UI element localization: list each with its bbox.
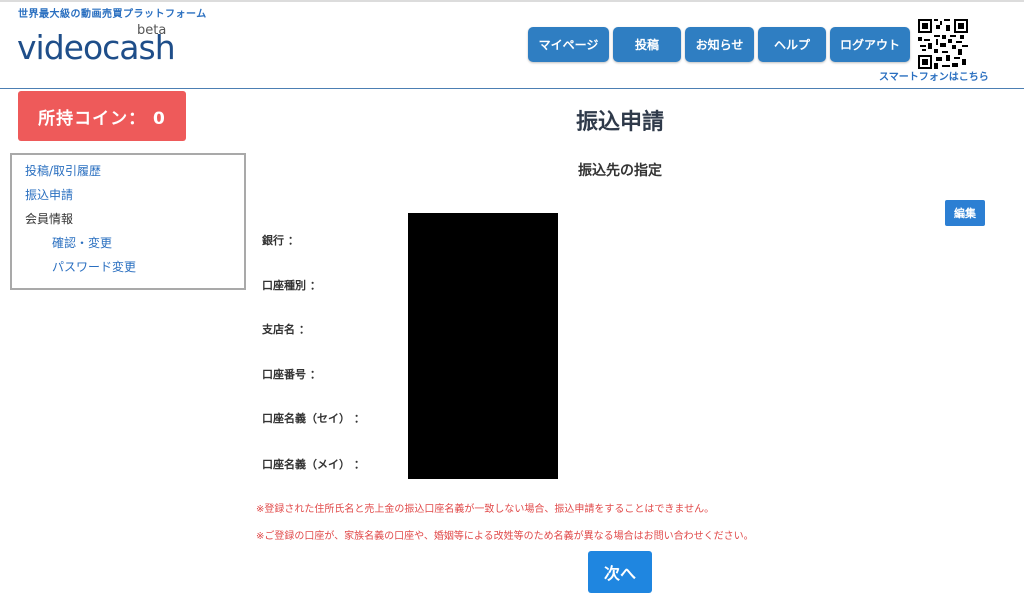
nav-help-button[interactable]: ヘルプ: [758, 27, 826, 62]
account-name-kana-mei-label: 口座名義（メイ） ：: [262, 458, 365, 471]
section-title: 振込先の指定: [578, 163, 662, 179]
account-name-kana-sei-label: 口座名義（セイ） ：: [262, 412, 365, 425]
nav-news-button[interactable]: お知らせ: [685, 27, 754, 62]
nav-logout-button[interactable]: ログアウト: [830, 27, 910, 62]
top-border: [0, 0, 1024, 2]
smartphone-link[interactable]: スマートフォンはこちら: [879, 68, 989, 83]
site-tagline: 世界最大級の動画売買プラットフォーム: [18, 9, 207, 20]
branch-label: 支店名 ：: [262, 323, 310, 336]
page-title: 振込申請: [575, 110, 664, 135]
sidebar-item-confirm-change[interactable]: 確認・変更: [25, 231, 244, 255]
sidebar-item-transfer-request[interactable]: 振込申請: [25, 183, 244, 207]
qr-code-icon[interactable]: [918, 19, 968, 69]
logo-beta-label: beta: [137, 23, 167, 38]
bank-label: 銀行 ：: [262, 234, 299, 247]
site-logo[interactable]: videocash beta: [17, 24, 197, 70]
sidebar-heading-member-info: 会員情報: [25, 212, 74, 226]
nav-mypage-button[interactable]: マイページ: [528, 27, 609, 62]
account-type-label: 口座種別 ：: [262, 279, 321, 292]
notice-name-mismatch: ※登録された住所氏名と売上金の振込口座名義が一致しない場合、振込申請をすることは…: [256, 504, 715, 515]
edit-button[interactable]: 編集: [945, 200, 985, 226]
sidebar-item-password-change[interactable]: パスワード変更: [25, 255, 244, 279]
redacted-values: [408, 213, 558, 479]
next-button[interactable]: 次へ: [588, 551, 652, 593]
header-divider: [0, 88, 1024, 89]
nav-post-button[interactable]: 投稿: [613, 27, 681, 62]
account-number-label: 口座番号 ：: [262, 368, 321, 381]
notice-different-name: ※ご登録の口座が、家族名義の口座や、婚姻等による改姓等のため名義が異なる場合はお…: [256, 531, 754, 542]
